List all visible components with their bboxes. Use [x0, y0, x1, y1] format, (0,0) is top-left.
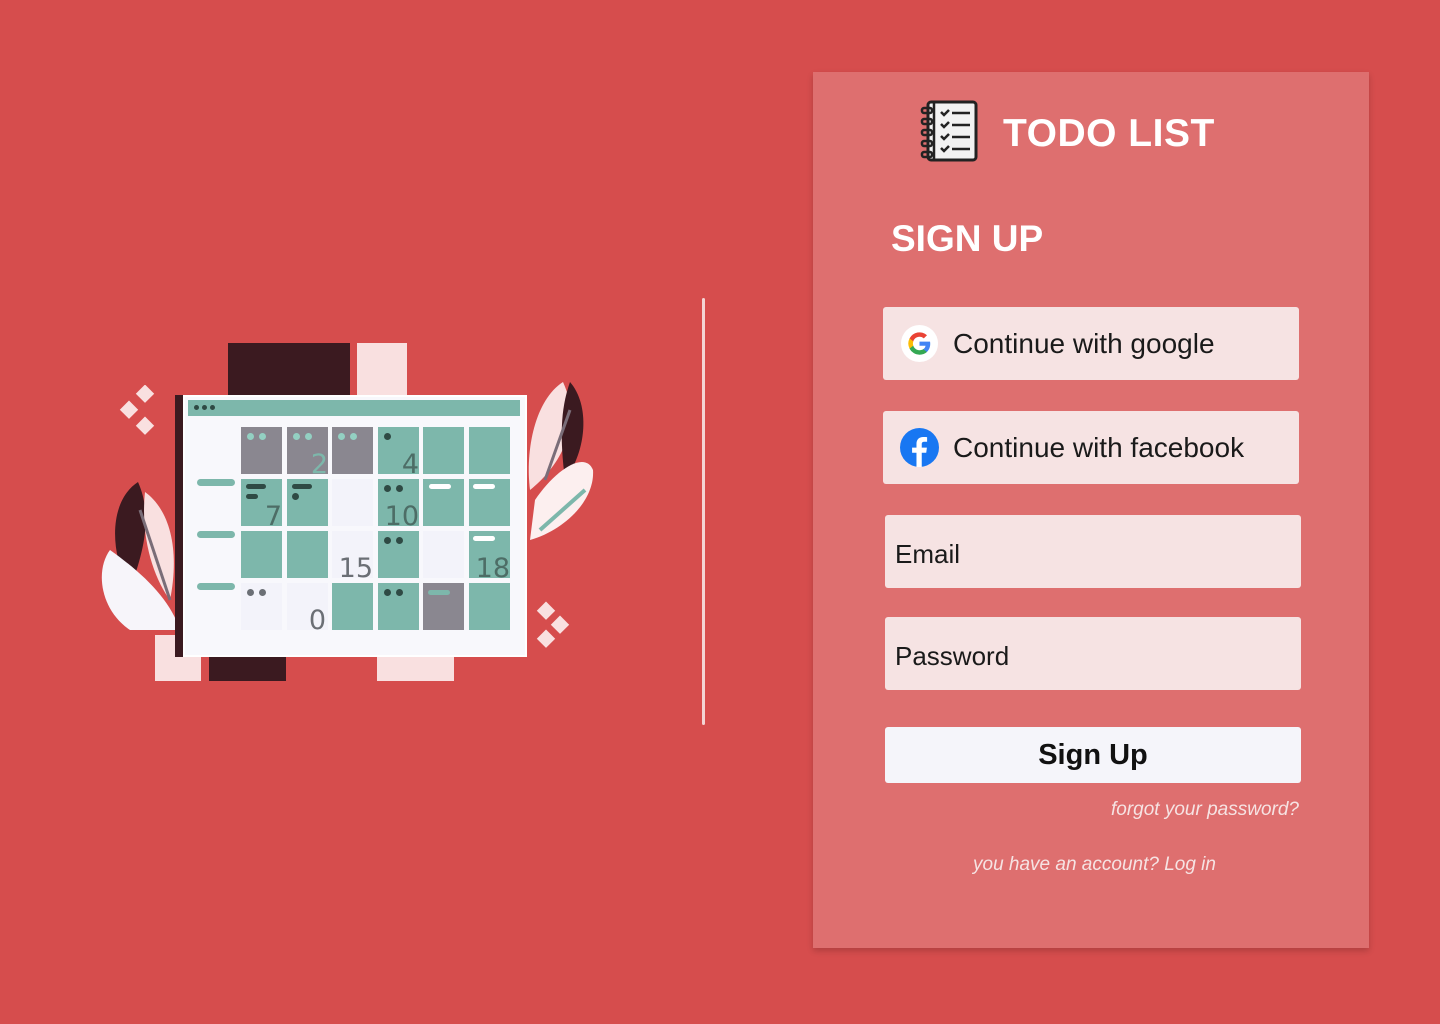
calendar-cell: 7 [241, 479, 282, 530]
calendar-cell [241, 531, 282, 578]
facebook-icon [900, 428, 939, 467]
diamond-decoration-right [536, 601, 570, 648]
event-dot [396, 589, 403, 596]
email-field-container [885, 515, 1301, 588]
calendar-cell: 10 [378, 479, 419, 530]
calendar-cell [241, 583, 282, 630]
calendar-cell: 2 [287, 427, 328, 478]
event-bar [429, 484, 451, 489]
calendar-cell [241, 427, 282, 474]
calendar-cell [469, 479, 510, 526]
calendar-cell [469, 583, 510, 630]
calendar-day-number: 15 [338, 553, 373, 584]
calendar-cell [378, 531, 419, 578]
login-link[interactable]: you have an account? Log in [973, 854, 1216, 876]
calendar-cell [423, 427, 464, 474]
event-dot [350, 433, 357, 440]
calendar-side-line [197, 479, 235, 486]
calendar-cell: 18 [469, 531, 510, 582]
page-title: SIGN UP [891, 218, 1044, 259]
calendar-cell [332, 479, 373, 526]
event-dot [396, 485, 403, 492]
calendar-cell [423, 531, 464, 578]
calendar-day-number: 2 [310, 449, 328, 480]
event-dot [384, 537, 391, 544]
notebook-checklist-icon [920, 100, 978, 162]
event-bar [292, 484, 312, 489]
event-dot [259, 589, 266, 596]
diamond-decoration-left [119, 385, 155, 435]
google-button-label: Continue with google [953, 328, 1215, 359]
sign-up-button[interactable]: Sign Up [885, 727, 1301, 783]
calendar-illustration: 2 4 7 10 15 18 0 [95, 335, 595, 695]
event-dot [396, 537, 403, 544]
calendar-day-number: 10 [384, 501, 419, 532]
event-bar [473, 536, 495, 541]
event-dot [293, 433, 300, 440]
calendar-cell [287, 531, 328, 578]
calendar-cell: 0 [287, 583, 328, 634]
calendar-cell [332, 583, 373, 630]
calendar-window: 2 4 7 10 15 18 0 [183, 395, 527, 657]
event-dot [384, 485, 391, 492]
calendar-day-number: 18 [475, 553, 510, 584]
calendar-cell [332, 427, 373, 474]
signup-card: TODO LIST SIGN UP Continue with google C… [813, 72, 1369, 948]
calendar-side-line [197, 531, 235, 538]
event-dot [384, 589, 391, 596]
google-icon [900, 324, 939, 363]
calendar-day-number: 4 [401, 449, 419, 480]
event-dot [384, 433, 391, 440]
event-dot [247, 589, 254, 596]
event-dot [292, 493, 299, 500]
calendar-cell [423, 479, 464, 526]
event-bar [473, 484, 495, 489]
calendar-cell [423, 583, 464, 630]
calendar-cell: 15 [332, 531, 373, 582]
window-dot [194, 405, 199, 410]
event-bar [246, 484, 266, 489]
continue-with-google-button[interactable]: Continue with google [883, 307, 1299, 380]
calendar-cell [469, 427, 510, 474]
password-field[interactable] [885, 617, 1301, 690]
event-bar [246, 494, 258, 499]
event-dot [259, 433, 266, 440]
forgot-password-link[interactable]: forgot your password? [1111, 799, 1299, 821]
leaf-decoration-left [101, 482, 180, 630]
calendar-cell [378, 583, 419, 630]
facebook-button-label: Continue with facebook [953, 432, 1245, 463]
event-dot [338, 433, 345, 440]
calendar-side-line [197, 583, 235, 590]
event-dot [305, 433, 312, 440]
window-dot [210, 405, 215, 410]
app-title: TODO LIST [1003, 112, 1215, 155]
window-dot [202, 405, 207, 410]
calendar-title-bar [188, 400, 520, 416]
calendar-day-number: 0 [308, 605, 326, 636]
event-dot [247, 433, 254, 440]
password-field-container [885, 617, 1301, 690]
continue-with-facebook-button[interactable]: Continue with facebook [883, 411, 1299, 484]
email-field[interactable] [885, 515, 1301, 588]
calendar-day-number: 7 [264, 501, 282, 532]
vertical-divider [702, 298, 705, 725]
leaf-decoration-right [528, 382, 594, 540]
event-bar [428, 590, 450, 595]
calendar-cell: 4 [378, 427, 419, 478]
calendar-cell [287, 479, 328, 526]
